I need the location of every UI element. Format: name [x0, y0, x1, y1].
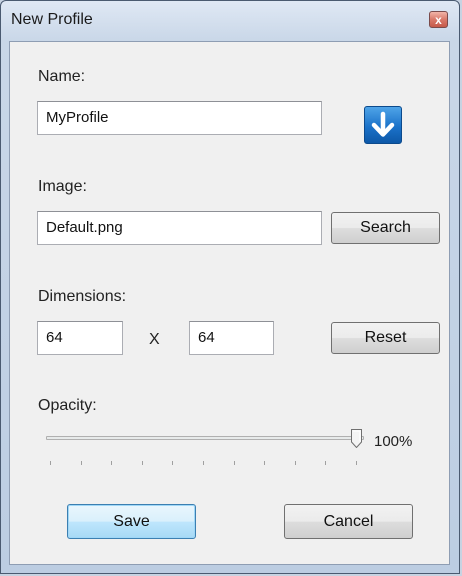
close-button[interactable]: x	[429, 11, 448, 28]
image-label: Image:	[38, 178, 87, 195]
image-input[interactable]: Default.png	[37, 211, 322, 245]
name-input[interactable]: MyProfile	[37, 101, 322, 135]
save-button[interactable]: Save	[67, 504, 196, 539]
slider-tick	[203, 461, 204, 465]
width-input[interactable]: 64	[37, 321, 123, 355]
slider-track[interactable]	[46, 436, 364, 440]
opacity-label: Opacity:	[38, 397, 97, 414]
slider-tick	[325, 461, 326, 465]
slider-tick	[264, 461, 265, 465]
new-profile-window: New Profile x Name: MyProfile Image: Def…	[0, 0, 460, 574]
height-input[interactable]: 64	[189, 321, 274, 355]
window-title: New Profile	[11, 11, 93, 28]
dimensions-separator: X	[149, 331, 160, 348]
name-label: Name:	[38, 68, 86, 85]
slider-tick	[295, 461, 296, 465]
dimensions-label: Dimensions:	[38, 288, 127, 305]
slider-tick	[142, 461, 143, 465]
cancel-button[interactable]: Cancel	[284, 504, 413, 539]
opacity-value: 100%	[374, 433, 413, 450]
download-button[interactable]	[364, 106, 402, 144]
slider-tick	[111, 461, 112, 465]
slider-tick	[172, 461, 173, 465]
slider-tick	[356, 461, 357, 465]
slider-tick	[81, 461, 82, 465]
dialog-body: Name: MyProfile Image: Default.png Searc…	[9, 41, 450, 565]
title-bar[interactable]: New Profile x	[1, 1, 459, 39]
reset-button[interactable]: Reset	[331, 322, 440, 354]
search-button[interactable]: Search	[331, 212, 440, 244]
slider-tick	[50, 461, 51, 465]
download-arrow-icon	[371, 111, 395, 137]
close-icon: x	[435, 13, 442, 27]
slider-tick	[234, 461, 235, 465]
slider-thumb[interactable]	[351, 429, 362, 448]
